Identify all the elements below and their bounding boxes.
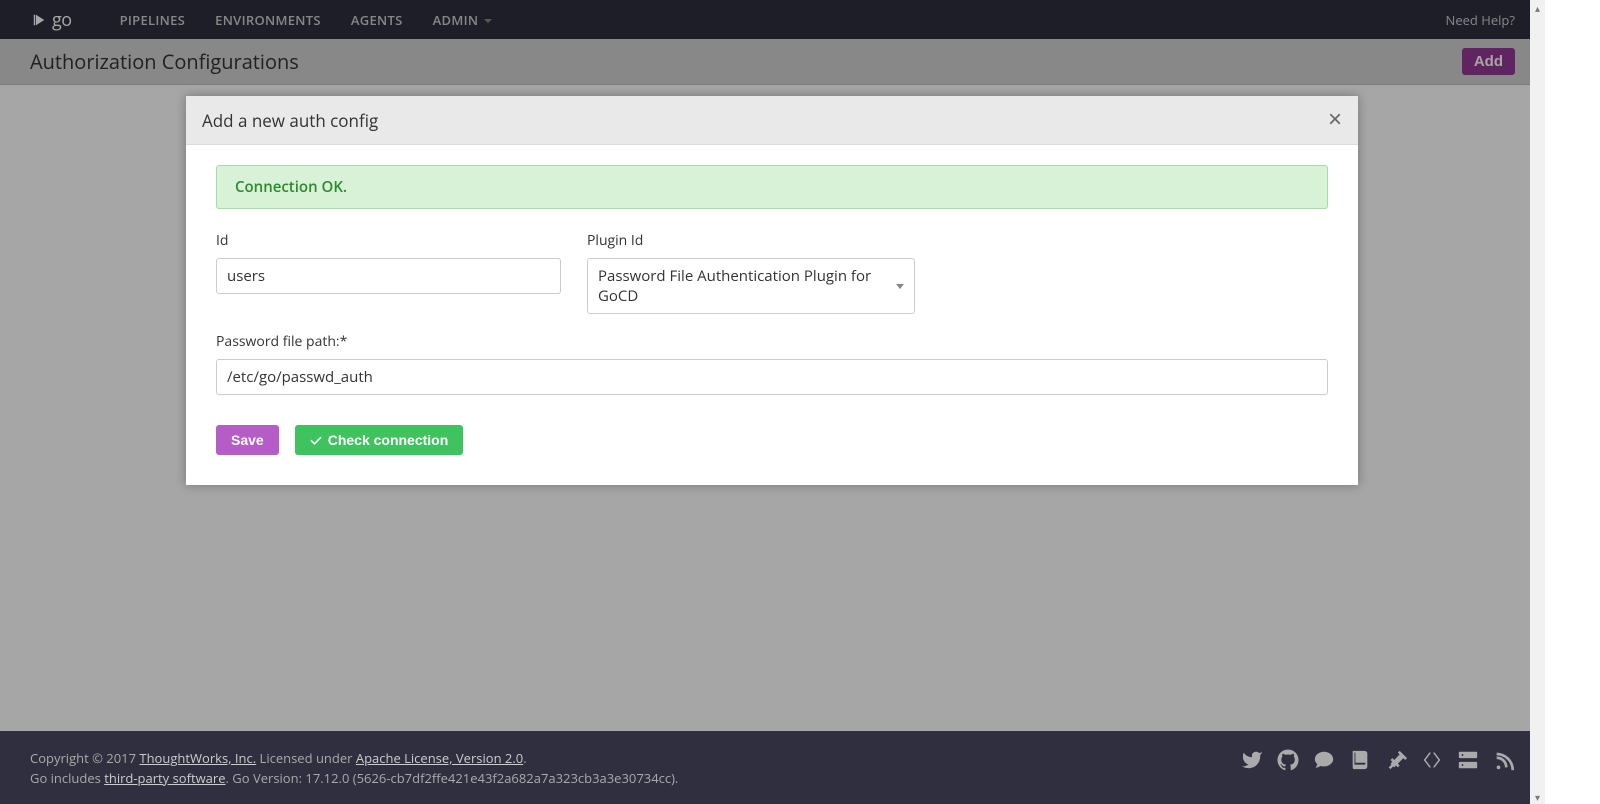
page-header: Authorization Configurations Add <box>0 39 1545 85</box>
password-path-label: Password file path:* <box>216 332 1328 351</box>
browser-scrollbar[interactable]: ▴ ▾ <box>1530 0 1545 804</box>
check-connection-button[interactable]: Check connection <box>295 425 464 455</box>
thoughtworks-link[interactable]: ThoughtWorks, Inc. <box>139 749 256 767</box>
logo[interactable]: go <box>30 8 72 32</box>
logo-text: go <box>52 8 72 32</box>
plugin-icon[interactable] <box>1385 749 1407 771</box>
footer: Copyright © 2017 ThoughtWorks, Inc. Lice… <box>0 731 1545 804</box>
scroll-down-icon[interactable]: ▾ <box>1530 789 1545 804</box>
add-button[interactable]: Add <box>1462 48 1515 75</box>
close-icon[interactable]: × <box>1328 108 1342 132</box>
id-input[interactable] <box>216 258 561 294</box>
need-help-link[interactable]: Need Help? <box>1446 11 1515 29</box>
modal-body: Connection OK. Id Plugin Id Password Fil… <box>186 145 1358 485</box>
top-nav: go PIPELINES ENVIRONMENTS AGENTS ADMIN N… <box>0 0 1545 39</box>
modal-header: Add a new auth config × <box>186 96 1358 145</box>
chat-icon[interactable] <box>1313 749 1335 771</box>
twitter-icon[interactable] <box>1241 749 1263 771</box>
apache-license-link[interactable]: Apache License, Version 2.0 <box>356 749 523 767</box>
alert-success: Connection OK. <box>216 165 1328 209</box>
plugin-id-value: Password File Authentication Plugin for … <box>598 266 896 306</box>
footer-text: Copyright © 2017 ThoughtWorks, Inc. Lice… <box>30 749 678 788</box>
auth-config-modal: Add a new auth config × Connection OK. I… <box>186 96 1358 485</box>
plugin-id-label: Plugin Id <box>587 231 915 250</box>
check-icon <box>310 435 322 445</box>
nav-environments[interactable]: ENVIRONMENTS <box>215 11 321 29</box>
scroll-up-icon[interactable]: ▴ <box>1530 0 1545 15</box>
page-title: Authorization Configurations <box>30 48 299 75</box>
github-icon[interactable] <box>1277 749 1299 771</box>
id-label: Id <box>216 231 561 250</box>
book-icon[interactable] <box>1349 749 1371 771</box>
footer-licensed: Licensed under <box>256 749 356 767</box>
modal-title: Add a new auth config <box>202 109 378 132</box>
check-connection-label: Check connection <box>328 432 449 448</box>
chevron-down-icon <box>896 284 904 289</box>
footer-icons <box>1241 749 1515 771</box>
password-path-input[interactable] <box>216 359 1328 395</box>
api-icon[interactable] <box>1421 749 1443 771</box>
footer-includes: Go includes <box>30 769 104 787</box>
third-party-link[interactable]: third-party software <box>104 769 225 787</box>
nav-pipelines[interactable]: PIPELINES <box>120 11 186 29</box>
footer-period: . <box>523 749 526 767</box>
footer-copyright: Copyright © 2017 <box>30 749 139 767</box>
logo-icon <box>30 11 48 29</box>
footer-version: . Go Version: 17.12.0 (5626-cb7df2ffe421… <box>226 769 679 787</box>
nav-agents[interactable]: AGENTS <box>351 11 403 29</box>
save-button[interactable]: Save <box>216 425 279 455</box>
nav-admin[interactable]: ADMIN <box>433 11 493 29</box>
plugin-id-select[interactable]: Password File Authentication Plugin for … <box>587 258 915 314</box>
rss-icon[interactable] <box>1493 749 1515 771</box>
nav-items: PIPELINES ENVIRONMENTS AGENTS ADMIN <box>120 11 493 29</box>
server-icon[interactable] <box>1457 749 1479 771</box>
